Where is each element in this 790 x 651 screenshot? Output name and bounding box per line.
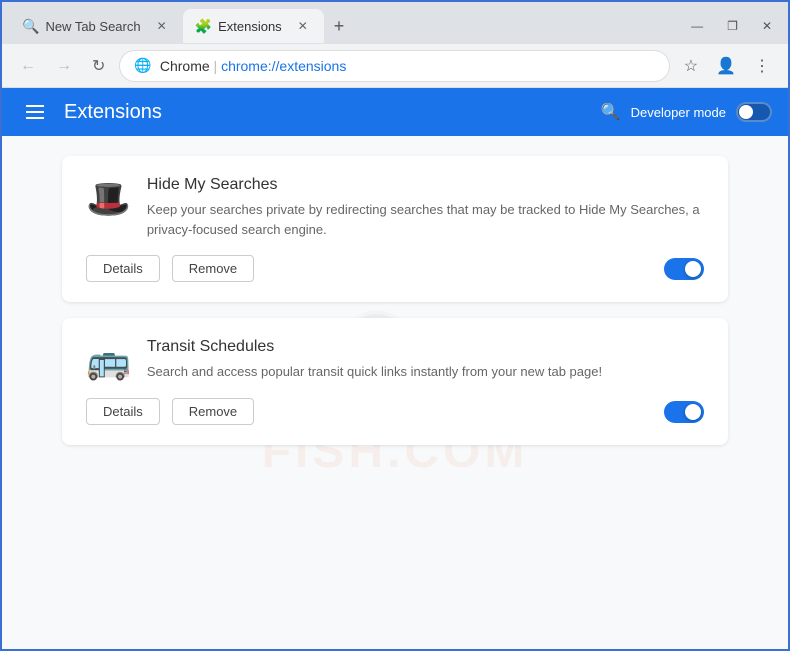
maximize-button[interactable]: ❐ (719, 17, 746, 35)
address-text: Chrome | chrome://extensions (160, 58, 655, 74)
transit-schedules-info: Transit Schedules Search and access popu… (147, 338, 704, 382)
tab-new-tab-search[interactable]: 🔍 New Tab Search ✕ (10, 9, 183, 43)
hide-my-searches-details-button[interactable]: Details (86, 255, 160, 282)
forward-button[interactable]: → (50, 53, 78, 79)
hide-my-searches-remove-button[interactable]: Remove (172, 255, 254, 282)
transit-schedules-icon: 🚌 (86, 340, 131, 382)
hide-my-searches-toggle[interactable] (664, 258, 704, 280)
transit-schedules-actions: Details Remove (86, 398, 704, 425)
address-divider: | (214, 58, 222, 74)
developer-mode-toggle[interactable] (736, 102, 772, 122)
bookmark-icon[interactable]: ☆ (678, 52, 704, 80)
transit-schedules-toggle[interactable] (664, 401, 704, 423)
tab-extensions-close[interactable]: ✕ (294, 17, 312, 35)
tab-extensions-icon: 🧩 (195, 18, 212, 35)
reload-button[interactable]: ↻ (86, 52, 111, 80)
toolbar-icons: ☆ 👤 ⋮ (678, 52, 776, 80)
toolbar: ← → ↻ 🌐 Chrome | chrome://extensions ☆ 👤… (2, 44, 788, 88)
hide-my-searches-icon: 🎩 (86, 178, 131, 220)
hide-my-searches-desc: Keep your searches private by redirectin… (147, 200, 704, 239)
minimize-button[interactable]: — (683, 17, 711, 35)
extensions-header: Extensions 🔍 Developer mode (2, 88, 788, 136)
title-bar: 🔍 New Tab Search ✕ 🧩 Extensions ✕ + — ❐ … (2, 2, 788, 44)
address-brand: Chrome (160, 58, 210, 74)
address-bar[interactable]: 🌐 Chrome | chrome://extensions (119, 50, 669, 82)
profile-icon[interactable]: 👤 (710, 52, 742, 80)
tab-search-label: New Tab Search (45, 19, 140, 34)
developer-mode-label: Developer mode (631, 105, 726, 120)
transit-schedules-details-button[interactable]: Details (86, 398, 160, 425)
hamburger-menu[interactable] (18, 97, 52, 127)
address-url: chrome://extensions (221, 58, 346, 74)
hide-my-searches-actions: Details Remove (86, 255, 704, 282)
new-tab-button[interactable]: + (324, 10, 355, 43)
extensions-title: Extensions (64, 101, 162, 124)
tab-extensions[interactable]: 🧩 Extensions ✕ (183, 9, 324, 43)
hide-my-searches-info: Hide My Searches Keep your searches priv… (147, 176, 704, 239)
window-controls: — ❐ ✕ (683, 17, 780, 35)
transit-schedules-name: Transit Schedules (147, 338, 704, 356)
transit-schedules-desc: Search and access popular transit quick … (147, 362, 704, 382)
tab-extensions-label: Extensions (218, 19, 282, 34)
extensions-content: 🔍 FISH.COM 🎩 Hide My Searches Keep your … (2, 136, 788, 649)
developer-mode-section: 🔍 Developer mode (601, 102, 772, 122)
header-search-icon[interactable]: 🔍 (601, 102, 621, 122)
extension-card-hide-my-searches: 🎩 Hide My Searches Keep your searches pr… (62, 156, 728, 302)
menu-icon[interactable]: ⋮ (748, 52, 776, 80)
tab-search-icon: 🔍 (22, 18, 39, 35)
browser-window: 🔍 New Tab Search ✕ 🧩 Extensions ✕ + — ❐ … (0, 0, 790, 651)
tab-search-close[interactable]: ✕ (153, 17, 171, 35)
close-button[interactable]: ✕ (754, 17, 780, 35)
hide-my-searches-name: Hide My Searches (147, 176, 704, 194)
ext-card-header-1: 🎩 Hide My Searches Keep your searches pr… (86, 176, 704, 239)
back-button[interactable]: ← (14, 53, 42, 79)
extension-card-transit-schedules: 🚌 Transit Schedules Search and access po… (62, 318, 728, 445)
transit-schedules-remove-button[interactable]: Remove (172, 398, 254, 425)
site-icon: 🌐 (134, 57, 151, 74)
tab-bar: 🔍 New Tab Search ✕ 🧩 Extensions ✕ + (10, 9, 675, 43)
ext-card-header-2: 🚌 Transit Schedules Search and access po… (86, 338, 704, 382)
